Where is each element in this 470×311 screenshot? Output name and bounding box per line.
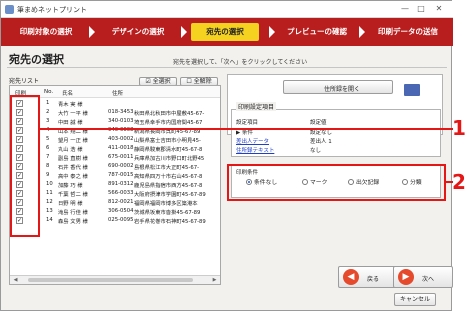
table-row[interactable]: ✓ 6 丸山 浩 様 411-0018 静岡県駿東郡清水町45-67-8 [10,144,220,153]
divider [7,67,447,68]
table-row[interactable]: ✓ 12 日野 明 様 812-0021 福岡県福岡市博多区築港本 [10,198,220,207]
column-name[interactable]: 氏名 [62,89,73,97]
step-print-target: 印刷対象の選択 [19,27,73,36]
column-address[interactable]: 住所 [112,89,123,97]
page-title: 宛先の選択 [9,53,64,66]
print-settings-box: 印刷設定項目 設定項目 設定値 ▶ 条件 設定なし 差出人データ 差出人 1 住… [231,102,441,157]
table-row[interactable]: ✓ 9 高中 泰之 様 787-0015 高知県四万十市右山45-67-8 [10,171,220,180]
scroll-left-icon[interactable]: ◀ [11,276,20,284]
scroll-thumb[interactable] [28,278,193,282]
back-button[interactable]: ◀ 戻る [338,266,398,288]
settings-title: 印刷設定項目 [236,102,277,111]
back-arrow-icon: ◀ [343,269,359,285]
window-title: 筆まめネットプリント [17,6,87,14]
step-send: 印刷データの送信 [378,27,438,36]
table-row[interactable]: ✓ 5 望月 一正 様 403-0002 山梨県富士吉田市小明見45- [10,135,220,144]
next-button[interactable]: ▶ 次へ [393,266,453,288]
settings-header-value: 設定値 [310,120,327,126]
table-row[interactable]: ✓ 8 石井 香代 様 690-0002 島根県松江市大正町45-67- [10,162,220,171]
horizontal-scrollbar[interactable]: ◀ ▶ [10,275,220,284]
callout-line-1 [39,128,453,130]
close-button[interactable]: ✕ [433,3,445,15]
settings-item-text[interactable]: 住所録テキスト [236,146,274,154]
step-arrow-icon [269,26,275,38]
cancel-button[interactable]: キャンセル [394,293,436,306]
callout-2: 2 [452,170,466,194]
step-preview: プレビューの確認 [287,27,347,36]
highlight-condition-box [227,164,446,201]
address-list-label: 宛先リスト [9,78,40,85]
settings-value-text: なし [310,148,322,154]
title-bar: 筆まめネットプリント — □ ✕ [1,1,453,18]
step-bar: 印刷対象の選択 デザインの選択 宛先の選択 プレビューの確認 印刷データの送信 [1,18,453,46]
table-row[interactable]: ✓ 3 中田 誠 様 340-0103 埼玉県幸手市内国府間45-67 [10,117,220,126]
table-row[interactable]: ✓ 11 千葉 哲二 様 566-0033 大阪府摂津市学園町45-67-89 [10,189,220,198]
table-row[interactable]: ✓ 13 滝島 行佳 様 306-0504 茨城県坂東市沓掛45-67-89 [10,207,220,216]
scroll-right-icon[interactable]: ▶ [210,276,219,284]
settings-item-sender[interactable]: 差出人データ [236,137,269,145]
list-header: 印刷 No. 氏名 住所 [10,86,220,98]
step-address: 宛先の選択 [191,23,259,41]
callout-1: 1 [452,116,466,140]
step-arrow-icon [359,26,365,38]
app-window: 筆まめネットプリント — □ ✕ 印刷対象の選択 デザインの選択 宛先の選択 プ… [0,0,453,311]
app-icon [5,5,14,14]
step-arrow-icon [181,26,187,38]
settings-value-sender: 差出人 1 [310,139,332,145]
minimize-button[interactable]: — [399,3,411,15]
highlight-print-column [10,95,40,237]
table-row[interactable]: ✓ 1 青木 実 様 [10,99,220,108]
table-row[interactable]: ✓ 7 副島 直樹 様 675-0011 兵庫県加古川市野口町北野45 [10,153,220,162]
open-address-book-button[interactable]: 住所録を開く [283,80,420,96]
column-no[interactable]: No. [44,89,53,95]
instruction-text: 宛先を選択して、「次へ」をクリックしてください [173,59,308,66]
table-row[interactable]: ✓ 14 森島 文男 様 025-0095 岩手県花巻市石神町45-67-89 [10,216,220,225]
table-row[interactable]: ✓ 10 加藤 巧 様 891-0312 鹿児島県指宿市西方45-67-8 [10,180,220,189]
next-arrow-icon: ▶ [398,269,414,285]
settings-header-item: 設定項目 [236,120,259,126]
maximize-button[interactable]: □ [415,3,427,15]
step-arrow-icon [89,26,95,38]
address-list: 印刷 No. 氏名 住所 ✓ 1 青木 実 様 ✓ 2 大竹 一平 様 018-3453 秋… [9,85,221,285]
step-design: デザインの選択 [111,27,165,36]
address-book-icon [404,84,420,96]
table-row[interactable]: ✓ 2 大竹 一平 様 018-3453 秋田県北秋田市中屋敷45-67- [10,108,220,117]
